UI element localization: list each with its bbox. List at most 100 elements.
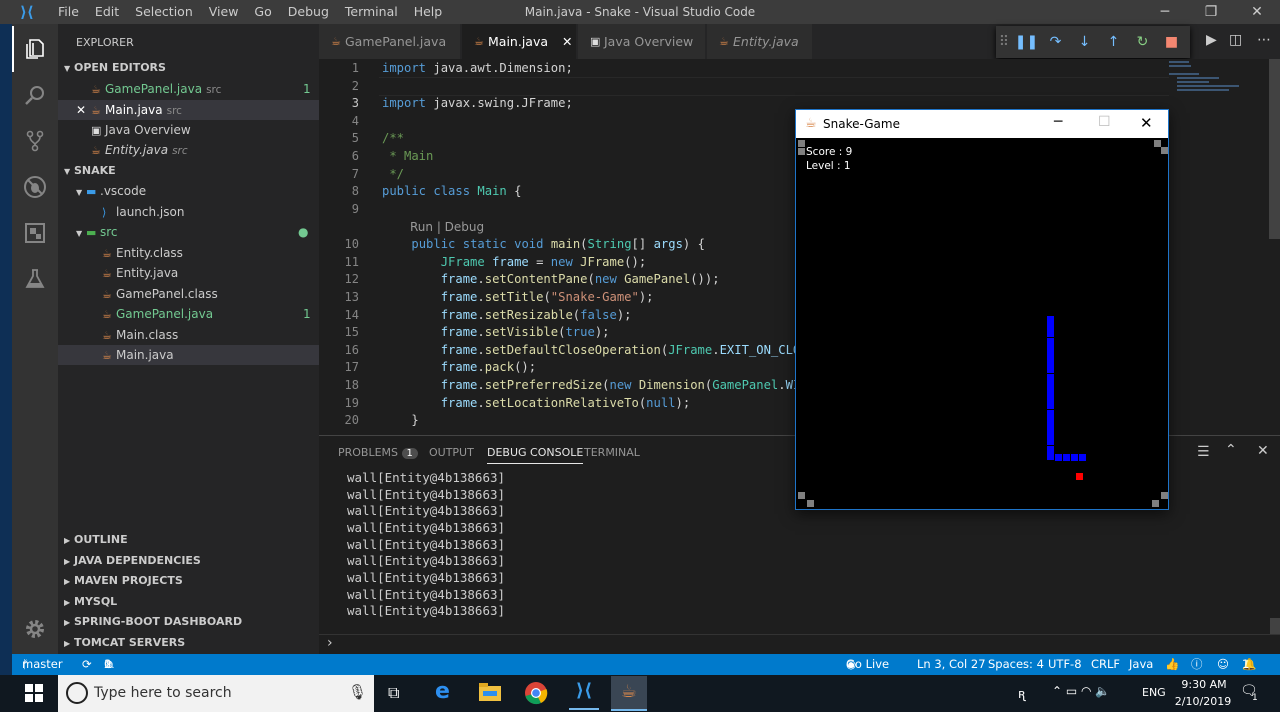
menu-debug[interactable]: Debug	[280, 0, 337, 24]
clock-time[interactable]: 9:30 AM	[1176, 678, 1232, 691]
vscode-taskbar-icon[interactable]: ⟩⟨	[569, 680, 599, 710]
tab-debug-console[interactable]: DEBUG CONSOLE	[487, 446, 584, 464]
tree-file-selected[interactable]: ☕ Main.java	[58, 345, 319, 365]
snake-minimize-button[interactable]: ─	[1054, 114, 1062, 130]
source-control-icon[interactable]	[12, 118, 58, 164]
minimize-button[interactable]: ─	[1142, 0, 1188, 24]
settings-gear-icon[interactable]	[12, 606, 58, 652]
extensions-icon[interactable]	[12, 210, 58, 256]
menu-selection[interactable]: Selection	[127, 0, 201, 24]
menu-go[interactable]: Go	[246, 0, 279, 24]
java-app-taskbar-icon[interactable]: ☕	[611, 676, 647, 711]
tab-gamepanel[interactable]: ☕ GamePanel.java	[319, 24, 461, 59]
language-indicator[interactable]: ENG	[1142, 686, 1166, 699]
feedback-smiley-icon[interactable]: ☺	[1217, 654, 1229, 675]
encoding[interactable]: UTF-8	[1048, 654, 1082, 675]
restore-button[interactable]: ❐	[1188, 0, 1234, 24]
tab-main[interactable]: ☕ Main.java ✕	[462, 24, 577, 59]
outline-section[interactable]: ▶ OUTLINE	[58, 530, 319, 550]
debug-icon[interactable]	[12, 164, 58, 210]
menu-help[interactable]: Help	[406, 0, 451, 24]
close-icon[interactable]: ✕	[562, 34, 572, 49]
snake-project-section[interactable]: ▼ SNAKE	[58, 161, 319, 181]
snake-maximize-button[interactable]: ☐	[1098, 114, 1111, 130]
tree-folder-src[interactable]: ▼ ▬ src ●	[58, 222, 319, 242]
clear-console-icon[interactable]: ☰	[1197, 444, 1210, 460]
tree-file[interactable]: ☕ GamePanel.java 1	[58, 304, 319, 324]
language-mode[interactable]: Java	[1129, 654, 1153, 675]
snake-title-bar[interactable]: ☕ Snake-Game ─ ☐ ✕	[796, 110, 1168, 138]
restart-icon[interactable]: ↻	[1128, 34, 1157, 50]
open-editor-java-overview[interactable]: ▣ Java Overview	[58, 120, 319, 140]
editor-scrollbar[interactable]	[1269, 59, 1280, 239]
step-over-icon[interactable]: ↷	[1041, 34, 1070, 50]
tree-file[interactable]: ☕ GamePanel.class	[58, 284, 319, 304]
clock-date[interactable]: 2/10/2019	[1174, 695, 1232, 708]
task-view-icon[interactable]: ⧉	[388, 683, 399, 703]
warning-count: 1	[104, 657, 112, 671]
cursor-position[interactable]: Ln 3, Col 27	[917, 654, 986, 675]
search-icon[interactable]	[12, 72, 58, 118]
java-dependencies-section[interactable]: ▶ JAVA DEPENDENCIES	[58, 551, 319, 571]
tomcat-servers-section[interactable]: ▶ TOMCAT SERVERS	[58, 633, 319, 653]
tab-output[interactable]: OUTPUT	[429, 446, 474, 459]
mysql-section[interactable]: ▶ MYSQL	[58, 592, 319, 612]
drag-handle-icon[interactable]: ⠿	[996, 34, 1012, 50]
file-explorer-icon[interactable]	[479, 683, 501, 704]
panel-scrollbar[interactable]	[1270, 618, 1280, 634]
spring-boot-section[interactable]: ▶ SPRING-BOOT DASHBOARD	[58, 612, 319, 632]
thumbs-up-icon[interactable]: 👍	[1165, 654, 1179, 675]
go-live-label: Go Live	[846, 657, 890, 671]
maximize-panel-icon[interactable]: ⌃	[1225, 442, 1237, 458]
explorer-icon[interactable]	[12, 26, 58, 72]
tree-file[interactable]: ☕ Entity.class	[58, 243, 319, 263]
code-line: frame.setLocationRelativeTo(null);	[440, 396, 691, 410]
minimap[interactable]	[1169, 59, 1269, 99]
line-number: 12	[344, 272, 359, 286]
windows-start-icon[interactable]	[25, 684, 43, 705]
sync-icon[interactable]: ⟳	[82, 654, 92, 675]
tab-terminal[interactable]: TERMINAL	[584, 446, 640, 459]
game-canvas[interactable]: Score : 9 Level : 1	[796, 138, 1168, 509]
java-file-icon: ☕	[102, 288, 112, 301]
tray-icons[interactable]: ⌃ ▭ ◠ 🔈	[1052, 684, 1110, 698]
split-editor-icon[interactable]: ◫	[1229, 32, 1242, 48]
chrome-icon[interactable]	[524, 681, 548, 708]
open-editor-entity[interactable]: ☕ Entity.java src	[58, 140, 319, 160]
stop-icon[interactable]: ■	[1157, 34, 1186, 50]
snake-close-button[interactable]: ✕	[1140, 114, 1153, 132]
open-editor-gamepanel[interactable]: ☕ GamePanel.java src 1	[58, 79, 319, 99]
close-icon[interactable]: ✕	[76, 100, 91, 120]
taskbar-search-box[interactable]: Type here to search 🎙	[58, 675, 374, 712]
console-input[interactable]: ›	[319, 634, 1280, 654]
tab-entity[interactable]: ☕ Entity.java	[707, 24, 813, 59]
close-panel-icon[interactable]: ✕	[1257, 443, 1269, 459]
step-out-icon[interactable]: ↑	[1099, 34, 1128, 50]
edge-browser-icon[interactable]: e	[435, 679, 450, 704]
close-button[interactable]: ✕	[1234, 0, 1280, 24]
tree-file[interactable]: ☕ Main.class	[58, 325, 319, 345]
line-endings[interactable]: CRLF	[1091, 654, 1120, 675]
step-into-icon[interactable]: ↓	[1070, 34, 1099, 50]
menu-view[interactable]: View	[201, 0, 247, 24]
pause-icon[interactable]: ❚❚	[1012, 34, 1041, 50]
test-flask-icon[interactable]	[12, 256, 58, 302]
menu-edit[interactable]: Edit	[87, 0, 127, 24]
info-icon[interactable]: ⓘ	[1191, 654, 1203, 675]
codelens-run-debug[interactable]: Run | Debug	[410, 220, 484, 234]
people-icon[interactable]: ꭆ	[1018, 684, 1025, 702]
more-actions-icon[interactable]: ⋯	[1257, 32, 1271, 48]
maven-projects-section[interactable]: ▶ MAVEN PROJECTS	[58, 571, 319, 591]
menu-file[interactable]: File	[50, 0, 87, 24]
indentation[interactable]: Spaces: 4	[988, 654, 1044, 675]
play-icon[interactable]: ▶	[1206, 32, 1217, 48]
tree-file[interactable]: ☕ Entity.java	[58, 263, 319, 283]
tab-java-overview[interactable]: ▣ Java Overview	[578, 24, 706, 59]
tab-problems[interactable]: PROBLEMS 1	[338, 446, 418, 459]
open-editors-section[interactable]: ▼ OPEN EDITORS	[58, 58, 319, 78]
microphone-icon[interactable]: 🎙	[348, 683, 367, 701]
open-editor-main[interactable]: ✕ ☕ Main.java src	[58, 100, 319, 120]
tree-folder-vscode[interactable]: ▼ ▬ .vscode	[58, 181, 319, 201]
tree-file-launch[interactable]: ⟩ launch.json	[58, 202, 319, 222]
menu-terminal[interactable]: Terminal	[337, 0, 406, 24]
